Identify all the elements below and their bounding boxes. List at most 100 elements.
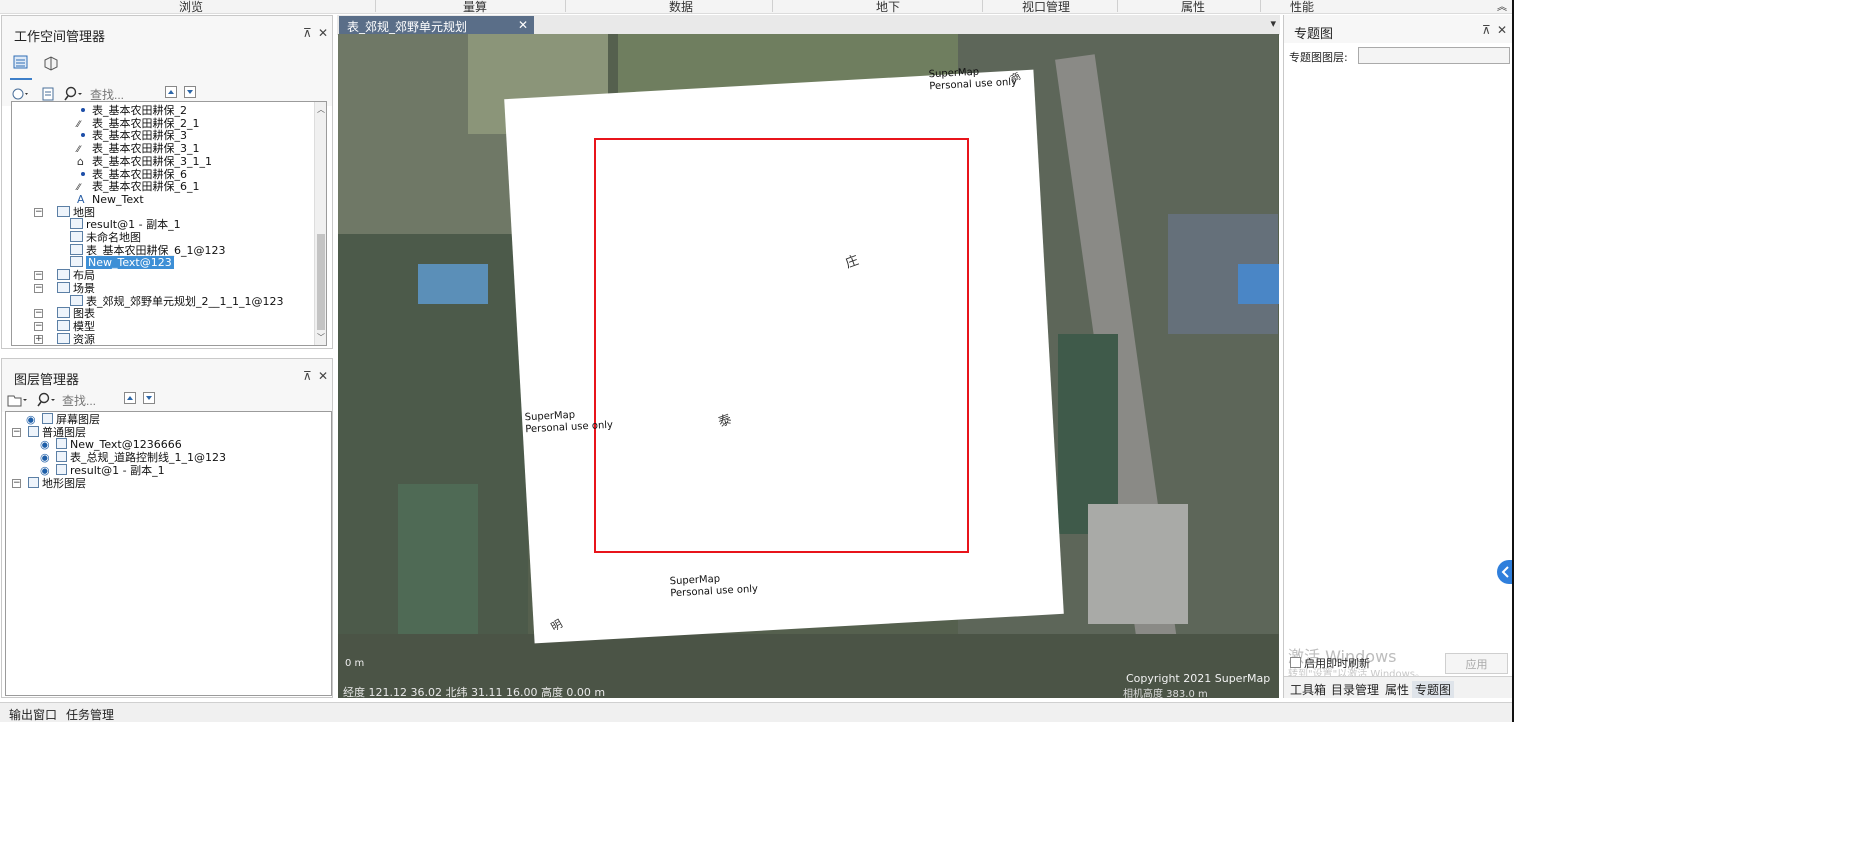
workspace-tree-label: 表_郊规_郊野单元规划_2__1_1_1@123 [86, 294, 284, 308]
tab-properties[interactable]: 属性 [1385, 681, 1409, 698]
layer-group-icon[interactable] [6, 391, 27, 409]
ribbon-tab-viewport[interactable]: 视口管理 [1022, 0, 1070, 15]
search-next-icon[interactable] [184, 86, 196, 98]
ribbon-tab-properties[interactable]: 属性 [1181, 0, 1205, 15]
map-frame[interactable] [594, 138, 969, 553]
pin-icon[interactable]: ⊼ [1482, 23, 1491, 37]
realtime-refresh-checkbox[interactable]: 启用即时刷新 [1290, 655, 1370, 671]
ribbon-tab-underground[interactable]: 地下 [876, 0, 900, 15]
ribbon-tab-measure[interactable]: 量算 [463, 0, 487, 15]
pin-icon[interactable]: ⊼ [303, 26, 312, 40]
tab-toolbox[interactable]: 工具箱 [1290, 681, 1326, 698]
layer-icon [28, 476, 39, 488]
workspace-tree-label: New_Text@123 [86, 256, 174, 270]
blank-background [1514, 0, 1857, 854]
layer-manager-title: 图层管理器 [14, 373, 80, 388]
ribbon-tab-performance[interactable]: 性能 [1290, 0, 1314, 15]
globe-icon [70, 294, 83, 306]
scroll-up-icon[interactable]: ︿ [317, 104, 325, 115]
resource-icon [57, 332, 70, 344]
tab-list-dropdown-icon[interactable]: ▾ [1270, 17, 1276, 30]
workspace-tree-item[interactable]: 表_郊规_郊野单元规划_2__1_1_1@123 [70, 294, 284, 309]
map-icon [70, 256, 83, 268]
close-icon[interactable]: ✕ [318, 26, 328, 40]
layer-icon [56, 438, 67, 450]
thematic-header: 专题图 ⊼ ✕ [1284, 15, 1512, 43]
search-next-icon[interactable] [143, 392, 155, 404]
apply-button[interactable]: 应用 [1445, 653, 1508, 674]
layer-tree: ◉ 屏幕图层 普通图层 − ◉ New_Text@1236666 ◉ 表_总规_道路控制线_1… [5, 411, 332, 696]
tree-expander-icon[interactable]: − [12, 427, 21, 437]
tree-expander-icon[interactable]: + [34, 334, 43, 344]
tree-expander-icon[interactable]: − [34, 321, 43, 331]
layer-tree-item[interactable]: 地形图层 [28, 476, 86, 491]
active-view-indicator [10, 78, 32, 80]
point-icon [81, 108, 85, 112]
scene-icon [57, 281, 70, 293]
workspace-resource-view-icon[interactable] [42, 54, 60, 72]
workspace-manager-header: 工作空间管理器 ⊼ ✕ [2, 16, 332, 52]
layer-icon [28, 425, 39, 437]
folder-icon [57, 205, 70, 217]
tab-output-window[interactable]: 输出窗口 [9, 706, 57, 723]
point-icon [81, 171, 85, 176]
layout-icon [57, 269, 70, 281]
ribbon-separator [1117, 0, 1118, 12]
search-previous-icon[interactable] [124, 392, 136, 404]
ribbon-separator [772, 0, 773, 12]
ribbon-separator [565, 0, 566, 12]
watermark-top: SuperMap Personal use only [928, 66, 1018, 93]
chart-icon [57, 307, 70, 319]
tab-thematic[interactable]: 专题图 [1412, 681, 1455, 698]
watermark-left: SuperMap Personal use only [524, 409, 614, 436]
ribbon-tab-browse[interactable]: 浏览 [179, 0, 203, 15]
close-icon[interactable]: ✕ [318, 369, 328, 383]
scrollbar-thumb[interactable] [317, 234, 325, 330]
bottom-tab-bar: 输出窗口 任务管理 [0, 702, 1512, 722]
workspace-tree-item[interactable]: 资源 [57, 332, 95, 346]
layer-tree-label: 地形图层 [42, 476, 86, 490]
watermark-bottom: SuperMap Personal use only [669, 573, 759, 600]
camera-height-readout: 相机高度 383.0 m [1123, 689, 1208, 698]
workspace-manager-title: 工作空间管理器 [14, 30, 106, 45]
tab-task-manager[interactable]: 任务管理 [66, 706, 114, 723]
model-icon [57, 319, 70, 331]
tree-expander-icon[interactable]: − [34, 207, 43, 217]
workspace-view-switcher [2, 52, 332, 82]
search-previous-icon[interactable] [165, 86, 177, 98]
close-icon[interactable]: ✕ [518, 18, 528, 32]
layer-icon [56, 451, 67, 463]
ribbon-tab-data[interactable]: 数据 [669, 0, 693, 15]
tree-expander-icon[interactable]: − [34, 271, 43, 281]
map-icon [70, 231, 83, 242]
workspace-tree-scrollbar[interactable]: ︿ ﹀ [314, 102, 326, 345]
map-status-readout: 经度 121.12 36.02 北纬 31.11 16.00 高度 0.00 m [343, 686, 606, 698]
blank-background [0, 722, 1514, 854]
ribbon-separator [982, 0, 983, 12]
thematic-title: 专题图 [1294, 27, 1334, 42]
workspace-manager-panel: 工作空间管理器 ⊼ ✕ 表_基本农田耕保_2⁄⁄表_基本农田耕保_2_1表_基本… [1, 15, 333, 349]
scroll-down-icon[interactable]: ﹀ [317, 332, 325, 343]
scale-label: 0 m [345, 658, 365, 669]
tree-expander-icon[interactable]: − [34, 309, 43, 319]
document-tab-bar: 表_郊规_郊野单元规划_2__1_1_1@123 ✕ ▾ [337, 15, 1280, 49]
document-tab[interactable]: 表_郊规_郊野单元规划_2__1_1_1@123 ✕ [339, 16, 534, 49]
workspace-tree: 表_基本农田耕保_2 ⁄⁄ 表_基本农田耕保_2_1 表_基本农田耕保_3 ⁄⁄ 表_基本… [11, 101, 327, 346]
layer-icon [42, 413, 53, 424]
thematic-layer-label: 专题图图层: [1289, 51, 1348, 64]
ribbon-collapse-icon[interactable]: ︽ [1497, 0, 1507, 13]
tree-expander-icon[interactable]: − [12, 478, 21, 488]
tree-expander-icon[interactable]: − [34, 283, 43, 293]
thematic-layer-select[interactable] [1358, 47, 1510, 64]
search-icon[interactable] [35, 391, 55, 409]
copyright-label: Copyright 2021 SuperMap [1126, 672, 1271, 685]
tab-catalog[interactable]: 目录管理 [1331, 681, 1379, 698]
layer-manager-panel: 图层管理器 ⊼ ✕ ◉屏幕图层普通图层−◉New_Text@1236666◉表_… [1, 358, 333, 698]
workspace-search-input[interactable] [90, 87, 170, 102]
close-icon[interactable]: ✕ [1497, 23, 1507, 37]
workspace-tree-view-icon[interactable] [12, 54, 30, 72]
layer-icon [56, 463, 67, 475]
map-icon [70, 218, 83, 230]
pin-icon[interactable]: ⊼ [303, 369, 312, 383]
workspace-tree-label: 资源 [73, 332, 95, 346]
